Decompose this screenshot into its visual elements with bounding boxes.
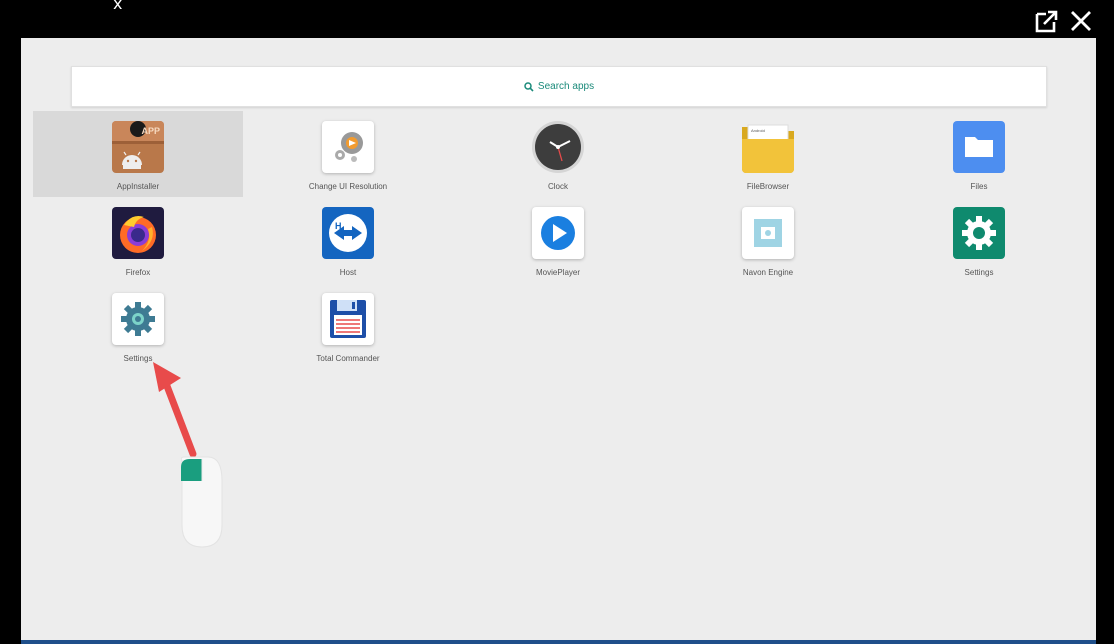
app-files[interactable]: Files xyxy=(874,111,1084,197)
close-icon[interactable] xyxy=(1068,8,1094,34)
appinstaller-icon: APP xyxy=(112,121,164,173)
movieplayer-icon xyxy=(532,207,584,259)
firefox-icon xyxy=(112,207,164,259)
app-label: Files xyxy=(970,182,988,191)
search-apps-label: Search apps xyxy=(537,81,595,92)
app-navon-engine[interactable]: Navon Engine xyxy=(663,197,873,283)
app-movieplayer[interactable]: MoviePlayer xyxy=(453,197,663,283)
app-label: Navon Engine xyxy=(742,268,794,277)
app-clock[interactable]: Clock xyxy=(453,111,663,197)
appinstaller-badge: APP xyxy=(141,126,160,136)
app-window-frame: x Search apps APP AppInstaller Change UI… xyxy=(0,0,1114,644)
clock-icon xyxy=(532,121,584,173)
change-resolution-icon xyxy=(322,121,374,173)
filebrowser-icon: Android xyxy=(742,121,794,173)
filebrowser-badge: Android xyxy=(751,128,765,133)
app-settings[interactable]: Settings xyxy=(33,283,243,369)
settings-green-icon xyxy=(953,207,1005,259)
app-label: Settings xyxy=(964,268,994,277)
app-label: FileBrowser xyxy=(746,182,790,191)
top-mark: x xyxy=(113,0,123,13)
app-settings-green[interactable]: Settings xyxy=(874,197,1084,283)
bottom-bar xyxy=(21,640,1096,644)
app-appinstaller[interactable]: APP AppInstaller xyxy=(33,111,243,197)
popout-icon[interactable] xyxy=(1034,8,1060,34)
app-host[interactable]: H Host xyxy=(243,197,453,283)
app-label: Firefox xyxy=(125,268,151,277)
search-icon xyxy=(524,81,534,92)
settings-gear-icon xyxy=(112,293,164,345)
app-drawer: Search apps APP AppInstaller Change UI R… xyxy=(21,38,1096,644)
app-label: AppInstaller xyxy=(116,182,160,191)
app-change-ui-resolution[interactable]: Change UI Resolution xyxy=(243,111,453,197)
app-total-commander[interactable]: Total Commander xyxy=(243,283,453,369)
app-label: Settings xyxy=(123,354,153,363)
svg-text:H: H xyxy=(335,221,342,231)
app-filebrowser[interactable]: Android FileBrowser xyxy=(663,111,873,197)
navon-engine-icon xyxy=(742,207,794,259)
search-apps-bar[interactable]: Search apps xyxy=(71,66,1047,107)
app-label: Total Commander xyxy=(316,354,380,363)
app-label: Change UI Resolution xyxy=(308,182,388,191)
app-label: Host xyxy=(339,268,357,277)
mouse-icon xyxy=(180,456,223,548)
app-label: Clock xyxy=(547,182,568,191)
files-icon xyxy=(953,121,1005,173)
host-icon: H xyxy=(322,207,374,259)
total-commander-icon xyxy=(322,293,374,345)
app-label: MoviePlayer xyxy=(535,268,580,277)
app-firefox[interactable]: Firefox xyxy=(33,197,243,283)
